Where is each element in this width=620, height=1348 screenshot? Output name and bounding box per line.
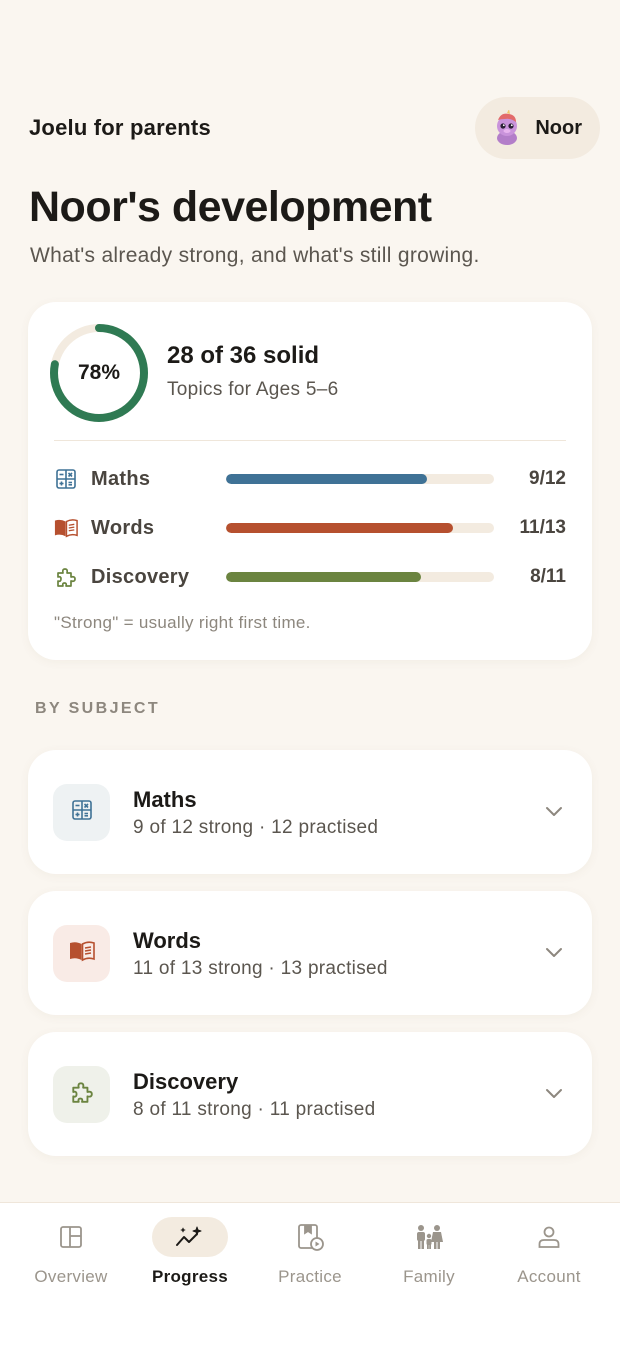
summary-row-count: 11/13 bbox=[519, 517, 567, 538]
summary-row-count: 9/12 bbox=[529, 468, 566, 489]
progress-fill bbox=[226, 474, 427, 484]
summary-row-count: 8/11 bbox=[530, 566, 566, 587]
family-icon bbox=[391, 1217, 467, 1257]
chevron-down-icon[interactable] bbox=[542, 1082, 566, 1106]
progress-bar bbox=[226, 572, 494, 582]
page-title: Noor's development bbox=[29, 183, 432, 231]
progress-bar bbox=[226, 474, 494, 484]
subject-card-discovery[interactable]: Discovery 8 of 11 strong · 11 practised bbox=[28, 1032, 592, 1156]
subject-card-detail: 8 of 11 strong · 11 practised bbox=[133, 1099, 376, 1120]
subject-tile bbox=[53, 925, 110, 982]
subject-card-detail: 9 of 12 strong · 12 practised bbox=[133, 817, 379, 838]
summary-subline: Topics for Ages 5–6 bbox=[167, 379, 339, 400]
progress-fill bbox=[226, 572, 421, 582]
page-subtitle: What's already strong, and what's still … bbox=[30, 244, 480, 267]
book-icon bbox=[69, 940, 95, 967]
summary-card: 78% 28 of 36 solid Topics for Ages 5–6 M… bbox=[28, 302, 592, 660]
summary-row-words: Words 11/13 bbox=[54, 513, 566, 543]
subject-card-title: Words bbox=[133, 928, 202, 953]
nav-label: Family bbox=[403, 1267, 455, 1286]
puzzle-icon bbox=[54, 565, 78, 589]
progress-fill bbox=[226, 523, 453, 533]
chevron-down-icon[interactable] bbox=[542, 800, 566, 824]
sparkle-chart-icon bbox=[152, 1217, 228, 1257]
summary-row-discovery: Discovery 8/11 bbox=[54, 562, 566, 592]
subject-tile bbox=[53, 784, 110, 841]
subject-tile bbox=[53, 1066, 110, 1123]
nav-practice[interactable]: Practice bbox=[250, 1217, 370, 1287]
layout-icon bbox=[33, 1217, 109, 1257]
child-avatar bbox=[489, 110, 525, 146]
profile-name: Noor bbox=[535, 116, 582, 139]
subject-card-detail: 11 of 13 strong · 13 practised bbox=[133, 958, 388, 979]
summary-row-label: Words bbox=[91, 516, 155, 539]
nav-family[interactable]: Family bbox=[369, 1217, 489, 1287]
person-icon bbox=[511, 1217, 587, 1257]
calculator-icon bbox=[54, 467, 78, 491]
summary-row-label: Maths bbox=[91, 467, 151, 490]
subject-card-words[interactable]: Words 11 of 13 strong · 13 practised bbox=[28, 891, 592, 1015]
practice-book-icon bbox=[272, 1217, 348, 1257]
summary-headline: 28 of 36 solid bbox=[167, 342, 320, 369]
calculator-icon bbox=[71, 799, 93, 826]
summary-row-label: Discovery bbox=[91, 565, 190, 588]
book-icon bbox=[54, 516, 78, 540]
nav-label: Progress bbox=[151, 1267, 229, 1286]
puzzle-icon bbox=[70, 1080, 94, 1109]
progress-percent: 78% bbox=[77, 361, 121, 384]
header: Joelu for parents Noor bbox=[29, 97, 600, 159]
profile-switcher[interactable]: Noor bbox=[475, 97, 600, 159]
app-title: Joelu for parents bbox=[29, 115, 211, 140]
divider bbox=[54, 440, 566, 441]
chevron-down-icon[interactable] bbox=[542, 941, 566, 965]
section-label: BY SUBJECT bbox=[35, 700, 161, 717]
summary-row-maths: Maths 9/12 bbox=[54, 464, 566, 494]
subject-card-title: Maths bbox=[133, 787, 197, 812]
nav-label: Overview bbox=[34, 1267, 108, 1286]
nav-label: Account bbox=[517, 1267, 581, 1286]
subject-card-maths[interactable]: Maths 9 of 12 strong · 12 practised bbox=[28, 750, 592, 874]
progress-ring: 78% bbox=[48, 322, 150, 424]
nav-overview[interactable]: Overview bbox=[11, 1217, 131, 1287]
nav-account[interactable]: Account bbox=[489, 1217, 609, 1287]
nav-label: Practice bbox=[278, 1267, 342, 1286]
bottom-nav: Overview Progress Practice Family Accoun… bbox=[0, 1202, 620, 1348]
progress-bar bbox=[226, 523, 494, 533]
summary-note: "Strong" = usually right first time. bbox=[54, 613, 311, 632]
nav-progress[interactable]: Progress bbox=[130, 1217, 250, 1287]
subject-card-title: Discovery bbox=[133, 1069, 239, 1094]
